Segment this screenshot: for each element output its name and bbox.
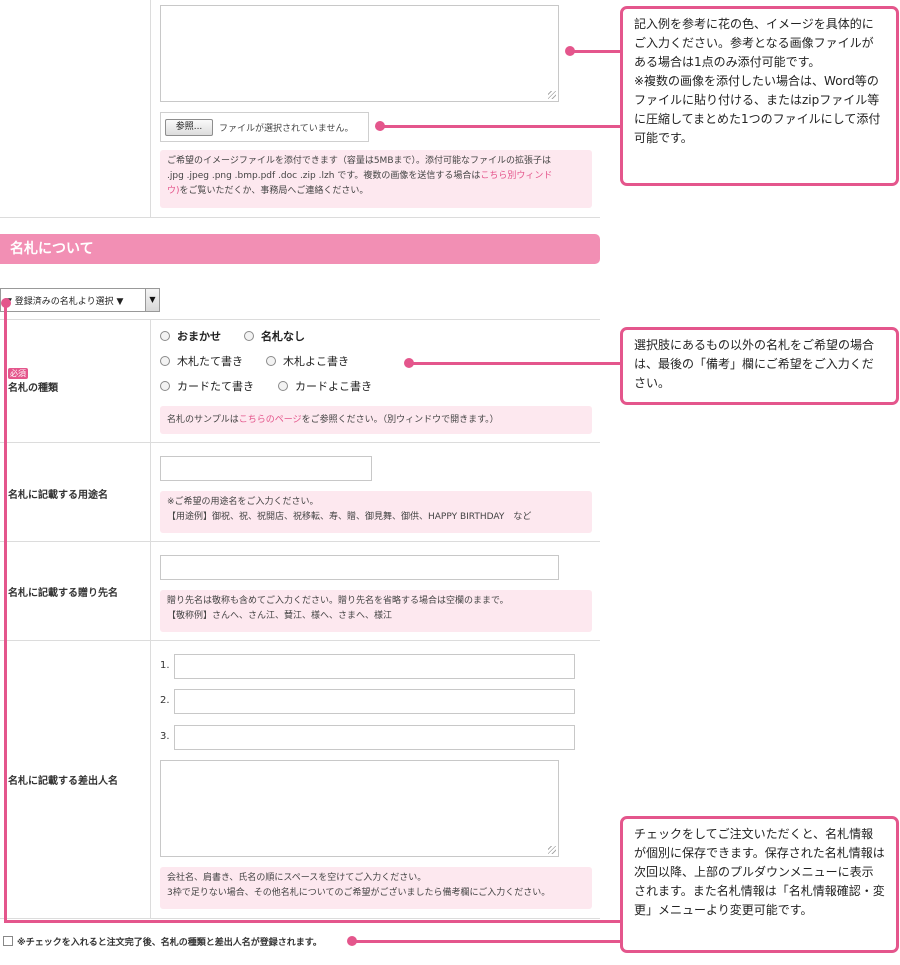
registered-name-select[interactable]: ▼ 登録済みの名札より選択 ▼ ▼: [0, 288, 160, 312]
section-header: 名札について: [0, 234, 600, 264]
row-divider: [0, 442, 600, 443]
resize-grip[interactable]: [548, 91, 556, 99]
sender-input-1[interactable]: [174, 654, 575, 679]
sender-row-number: 3.: [160, 731, 170, 742]
radio-card-vertical[interactable]: カードたて書き: [160, 378, 254, 394]
tag-type-label: 必須 名札の種類: [8, 368, 58, 394]
sender-input-3[interactable]: [174, 725, 575, 750]
purpose-label: 名札に記載する用途名: [8, 490, 108, 501]
sender-row-number: 2.: [160, 695, 170, 706]
radio-no-tag[interactable]: 名札なし: [244, 328, 305, 344]
radio-card-horizontal[interactable]: カードよこ書き: [278, 378, 372, 394]
recipient-label: 名札に記載する贈り先名: [8, 588, 118, 599]
pointer-dot: [347, 936, 357, 946]
row-divider: [0, 319, 600, 320]
pointer-line: [352, 940, 622, 943]
row-divider: [0, 640, 600, 641]
pointer-line: [570, 50, 622, 53]
recipient-input[interactable]: [160, 555, 559, 580]
separate-window-link-cont[interactable]: ウ): [167, 186, 180, 196]
column-divider: [150, 319, 151, 919]
resize-grip[interactable]: [548, 846, 556, 854]
file-upload-note: ご希望のイメージファイルを添付できます（容量は5MBまで）。添付可能なファイルの…: [160, 150, 592, 208]
required-badge: 必須: [8, 368, 28, 379]
callout-image-upload: 記入例を参考に花の色、イメージを具体的にご入力ください。参考となる画像ファイルが…: [620, 6, 899, 186]
save-tag-label: ※チェックを入れると注文完了後、名札の種類と差出人名が登録されます。: [17, 938, 322, 948]
radio-wood-horizontal[interactable]: 木札よこ書き: [266, 353, 349, 369]
radio-wood-vertical[interactable]: 木札たて書き: [160, 353, 243, 369]
radio-icon[interactable]: [266, 356, 276, 366]
sender-note: 会社名、肩書き、氏名の順にスペースを空けてご入力ください。 3枠で足りない場合、…: [160, 867, 592, 909]
radio-icon[interactable]: [244, 331, 254, 341]
pointer-dot: [404, 358, 414, 368]
pointer-line: [410, 362, 622, 365]
row-divider: [0, 217, 600, 218]
purpose-input[interactable]: [160, 456, 372, 481]
radio-icon[interactable]: [160, 331, 170, 341]
radio-icon[interactable]: [160, 381, 170, 391]
pointer-dot: [375, 121, 385, 131]
column-divider: [150, 0, 151, 217]
file-status: ファイルが選択されていません。: [219, 124, 354, 134]
callout-tag-type: 選択肢にあるもの以外の名札をご希望の場合は、最後の「備考」欄にご希望をご入力くだ…: [620, 327, 899, 405]
sender-label: 名札に記載する差出人名: [8, 776, 118, 787]
separate-window-link[interactable]: こちら別ウィンド: [480, 171, 552, 181]
row-divider: [0, 541, 600, 542]
pointer-line: [4, 303, 7, 922]
tag-sample-note: 名札のサンプルはこちらのページをご参照ください。（別ウィンドウで開きます。）: [160, 406, 592, 434]
save-tag-checkbox[interactable]: [3, 936, 13, 946]
image-description-textarea[interactable]: [160, 5, 559, 102]
sample-page-link[interactable]: こちらのページ: [239, 415, 302, 425]
sender-input-2[interactable]: [174, 689, 575, 714]
pointer-line: [380, 125, 622, 128]
chevron-down-icon[interactable]: ▼: [145, 289, 159, 311]
radio-icon[interactable]: [160, 356, 170, 366]
row-divider: [0, 918, 600, 919]
pointer-line: [4, 920, 622, 923]
radio-omakase[interactable]: おまかせ: [160, 328, 221, 344]
file-input[interactable]: 参照... ファイルが選択されていません。: [160, 112, 369, 142]
sender-row-number: 1.: [160, 660, 170, 671]
recipient-note: 贈り先名は敬称も含めてご入力ください。贈り先名を省略する場合は空欄のままで。 【…: [160, 590, 592, 632]
sender-textarea[interactable]: [160, 760, 559, 857]
purpose-note: ※ご希望の用途名をご入力ください。 【用途例】御祝、祝、祝開店、祝移転、寿、贈、…: [160, 491, 592, 533]
callout-save-tag: チェックをしてご注文いただくと、名札情報が個別に保存できます。保存された名札情報…: [620, 816, 899, 953]
radio-icon[interactable]: [278, 381, 288, 391]
browse-button[interactable]: 参照...: [165, 119, 213, 136]
pointer-dot: [565, 46, 575, 56]
